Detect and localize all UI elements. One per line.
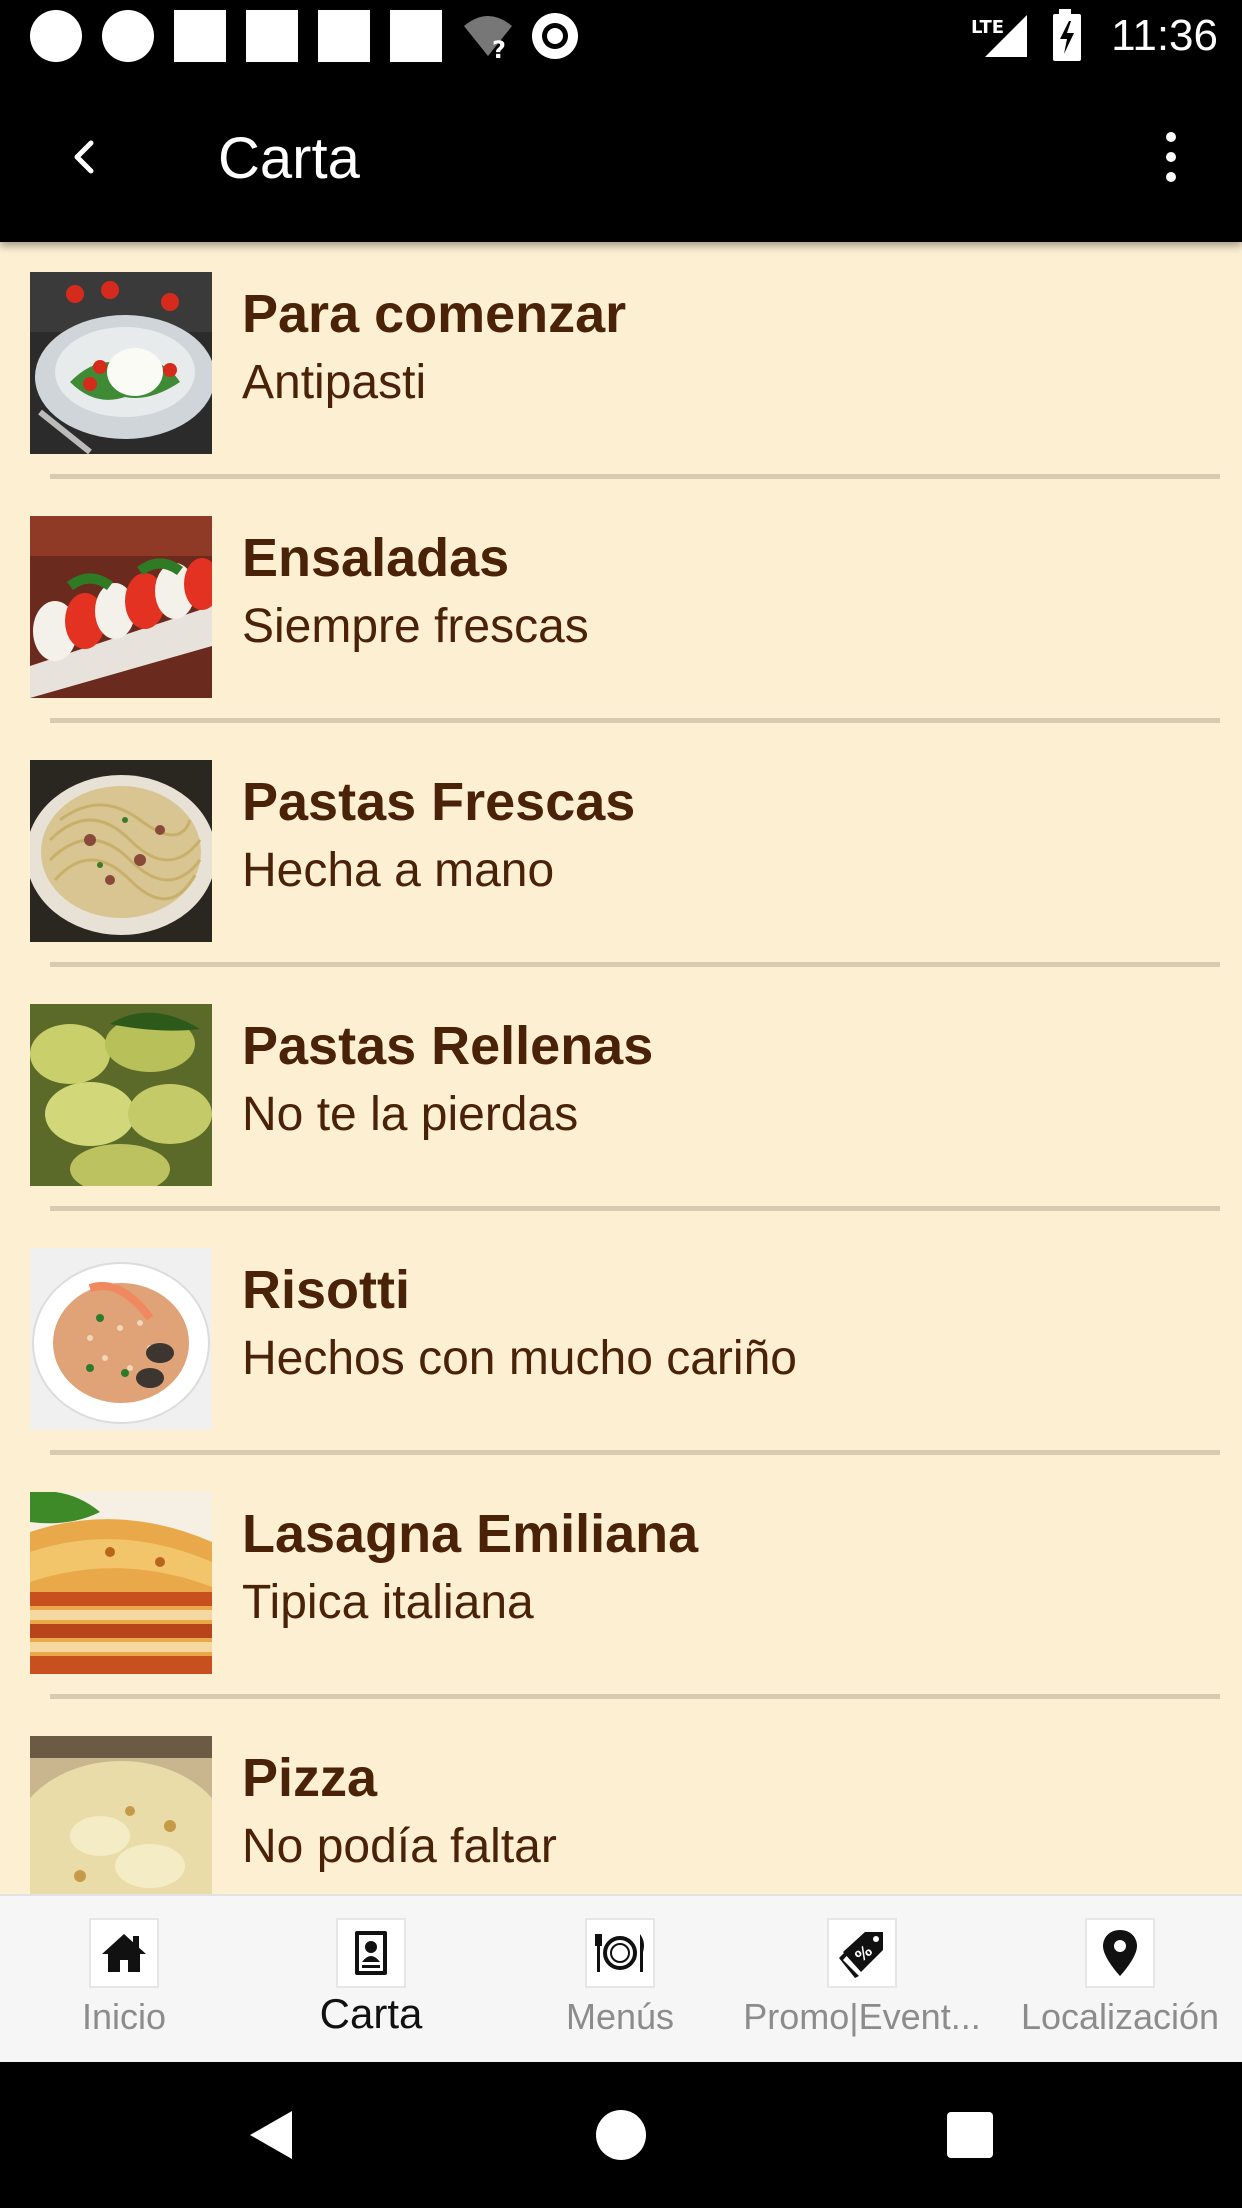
plate-cutlery-icon [585, 1918, 655, 1988]
list-item[interactable]: Para comenzar Antipasti [0, 242, 1242, 486]
tab-inicio[interactable]: Inicio [50, 1896, 198, 2064]
more-options-button[interactable] [1136, 122, 1206, 192]
lte-signal-icon: LTE [971, 15, 1028, 57]
divider [50, 718, 1220, 723]
list-item[interactable]: Pastas Frescas Hecha a mano [0, 730, 1242, 974]
item-title: Pizza [242, 1748, 378, 1808]
target-icon [532, 13, 578, 59]
notification-circle-icon [30, 10, 82, 62]
tab-label: Promo|Event... [743, 1996, 981, 2037]
item-subtitle: Hechos con mucho cariño [242, 1332, 797, 1385]
status-bar: ? LTE 11:36 [0, 0, 1242, 72]
status-time: 11:36 [1111, 11, 1218, 60]
list-item[interactable]: Pastas Rellenas No te la pierdas [0, 974, 1242, 1218]
item-subtitle: Hecha a mano [242, 844, 555, 897]
menu-card-icon [336, 1918, 406, 1988]
chevron-left-icon [74, 140, 94, 174]
status-right: LTE 11:36 [971, 0, 1218, 72]
item-title: Para comenzar [242, 284, 627, 344]
wifi-unknown-icon: ? [464, 16, 512, 62]
item-title: Pastas Frescas [242, 772, 636, 832]
tab-promo-eventos[interactable]: % Promo|Event... [742, 1896, 982, 2064]
notification-square-icon [390, 10, 442, 62]
tab-localizacion[interactable]: Localización [1010, 1896, 1230, 2064]
pizza-photo [30, 1736, 212, 1894]
nav-home-icon [596, 2110, 646, 2160]
nav-recents-icon [947, 2112, 993, 2158]
tortellini-photo [30, 1004, 212, 1186]
list-item[interactable]: Pizza No podía faltar [0, 1706, 1242, 1894]
lasagna-photo [30, 1492, 212, 1674]
tab-label: Localización [1020, 1996, 1220, 2037]
back-button[interactable] [50, 122, 120, 192]
item-subtitle: No te la pierdas [242, 1088, 579, 1141]
notification-square-icon [318, 10, 370, 62]
nav-recents-button[interactable] [935, 2100, 1005, 2170]
list-item[interactable]: Ensaladas Siempre frescas [0, 486, 1242, 730]
tab-label: Inicio [81, 1996, 167, 2037]
more-vert-icon [1166, 127, 1176, 187]
location-pin-icon [1085, 1918, 1155, 1988]
menu-category-list[interactable]: Para comenzar Antipasti Ensaladas Siempr… [0, 242, 1242, 1894]
app-bar: Carta [0, 72, 1242, 242]
item-subtitle: Tipica italiana [242, 1576, 534, 1629]
spaghetti-photo [30, 760, 212, 942]
notification-circle-icon [102, 10, 154, 62]
divider [50, 962, 1220, 967]
caprese-salad-photo [30, 516, 212, 698]
page-title: Carta [218, 126, 360, 191]
item-title: Ensaladas [242, 528, 510, 588]
discount-tag-icon: % [827, 1918, 897, 1988]
item-subtitle: Antipasti [242, 356, 427, 409]
item-title: Pastas Rellenas [242, 1016, 654, 1076]
item-title: Lasagna Emiliana [242, 1504, 699, 1564]
divider [50, 1694, 1220, 1699]
nav-home-button[interactable] [586, 2100, 656, 2170]
item-subtitle: Siempre frescas [242, 600, 589, 653]
svg-text:?: ? [492, 36, 506, 62]
battery-charging-icon [1053, 9, 1082, 61]
tab-menus[interactable]: Menús [545, 1896, 695, 2064]
bottom-tab-bar: Inicio Carta Menús % Promo|Event... Loca… [0, 1894, 1242, 2062]
notification-square-icon [246, 10, 298, 62]
tab-label: Carta [319, 1990, 423, 2037]
tab-carta[interactable]: Carta [297, 1896, 445, 2064]
tab-label: Menús [565, 1996, 675, 2037]
divider [50, 1450, 1220, 1455]
burrata-salad-photo [30, 272, 212, 454]
system-nav-bar [0, 2062, 1242, 2208]
divider [50, 1206, 1220, 1211]
divider [50, 474, 1220, 479]
nav-back-icon [250, 2111, 292, 2159]
network-label: LTE [971, 17, 1004, 38]
home-icon [89, 1918, 159, 1988]
notification-square-icon [174, 10, 226, 62]
notification-icons: ? [30, 10, 578, 62]
list-item[interactable]: Risotti Hechos con mucho cariño [0, 1218, 1242, 1462]
seafood-risotto-photo [30, 1248, 212, 1430]
item-title: Risotti [242, 1260, 410, 1320]
item-subtitle: No podía faltar [242, 1820, 557, 1873]
nav-back-button[interactable] [236, 2100, 306, 2170]
list-item[interactable]: Lasagna Emiliana Tipica italiana [0, 1462, 1242, 1706]
